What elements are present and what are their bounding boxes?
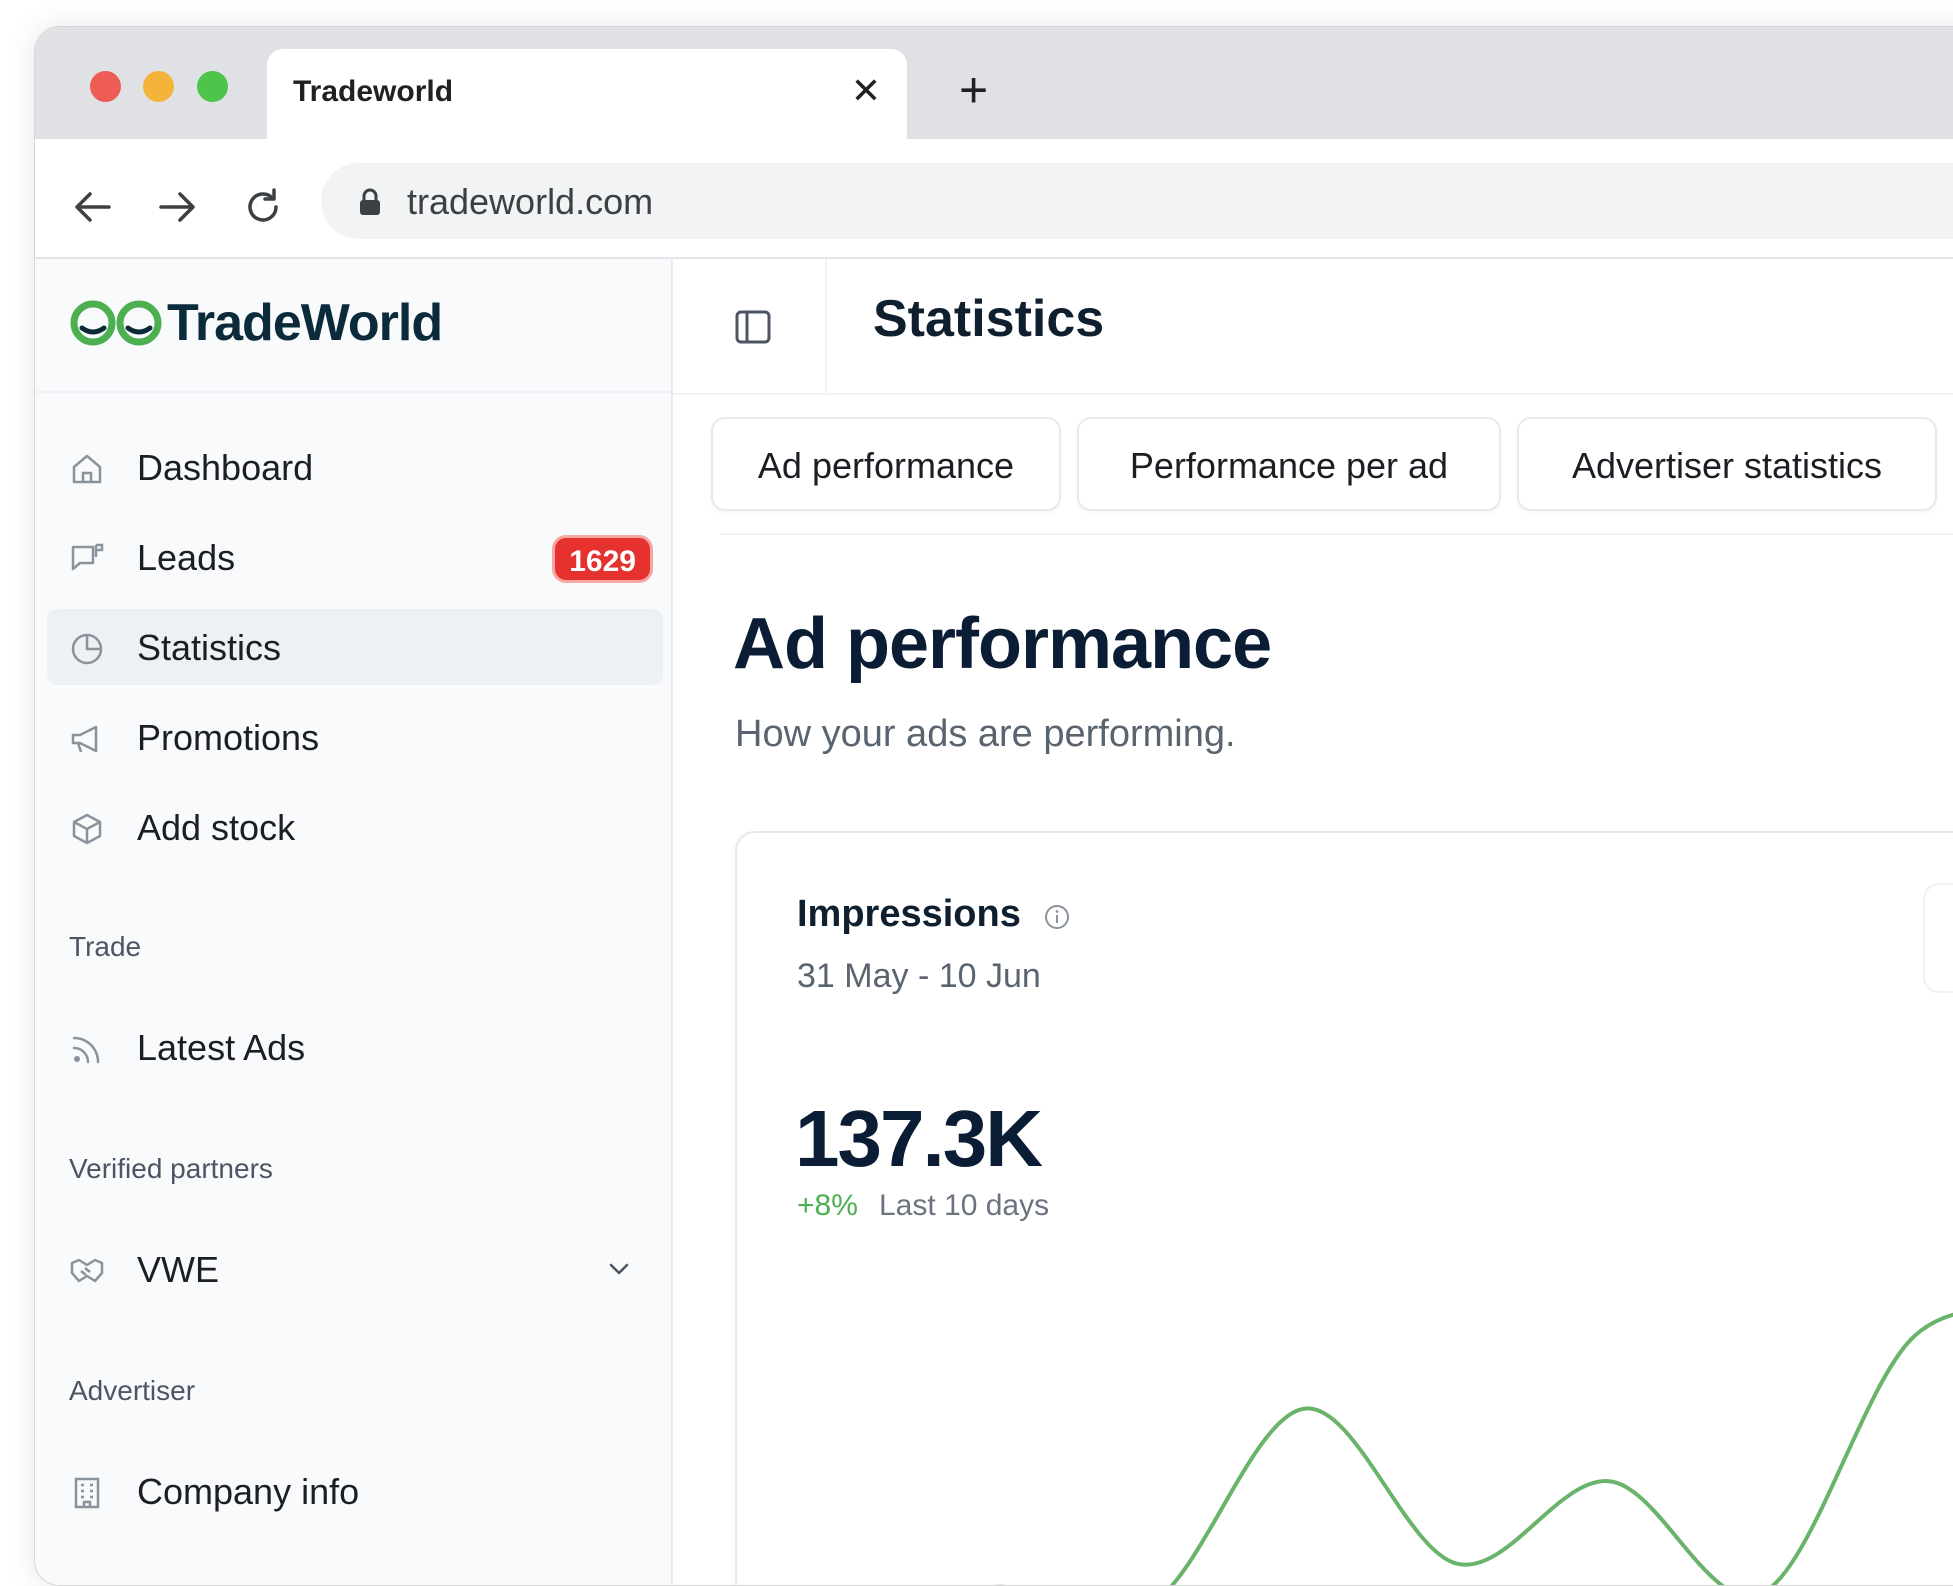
close-tab-icon[interactable]: ✕ [851,71,881,111]
sidebar-item-vwe[interactable]: VWE [47,1231,663,1307]
series-line [993,1312,1953,1585]
lock-icon [360,188,380,215]
maximize-window-button[interactable] [197,71,228,102]
minimize-window-button[interactable] [143,71,174,102]
browser-window: Tradeworld ✕ + tradeworld.com TradeWorld… [34,26,1953,1586]
home-icon [72,454,102,484]
card-title: Impressions [797,893,1021,935]
rss-icon [72,1036,100,1064]
box-icon [72,813,102,845]
impressions-card: Impressions 31 May - 10 Jun 137.3K +8% L… [735,831,1953,1585]
sidebar-item-add-stock[interactable]: Add stock [47,789,663,865]
sidebar: TradeWorld Dashboard Leads 1629 Statisti… [35,259,673,1585]
section-title-advertiser: Advertiser [69,1375,196,1406]
browser-toolbar: tradeworld.com [35,139,1953,259]
forward-arrow-icon[interactable] [155,185,199,229]
section-heading: Ad performance [733,604,1272,684]
sidebar-item-label: Company info [137,1471,360,1512]
sidebar-item-label: VWE [137,1249,220,1290]
sidebar-item-label: Statistics [137,627,282,668]
section-title-trade: Trade [69,931,142,962]
building-icon [74,1477,100,1509]
change-period: Last 10 days [879,1189,1050,1222]
back-arrow-icon[interactable] [71,185,115,229]
impressions-line-chart [993,1312,1953,1585]
brand-name: TradeWorld [167,294,443,352]
leads-count-badge: 1629 [552,535,653,583]
brand-logo[interactable]: TradeWorld [69,293,443,353]
new-tab-button[interactable]: + [959,65,988,115]
sidebar-item-promotions[interactable]: Promotions [47,699,663,775]
sidebar-item-label: Promotions [137,717,320,758]
sidebar-item-leads[interactable]: Leads 1629 [47,519,663,595]
close-window-button[interactable] [90,71,121,102]
tab-label: Advertiser statistics [1571,445,1883,486]
tab-strip: Tradeworld ✕ + [35,27,1953,141]
sidebar-item-statistics[interactable]: Statistics [47,609,663,685]
top-bar: Statistics [673,259,1953,395]
pie-chart-icon [71,633,103,665]
sidebar-item-label: Leads [137,537,236,578]
info-icon[interactable] [1043,903,1071,931]
impressions-value: 137.3K [795,1094,1043,1183]
sidebar-item-label: Add stock [137,807,296,848]
address-bar[interactable]: tradeworld.com [321,163,1953,239]
main-content: Statistics Ad performance Performance pe… [673,259,1953,1585]
handshake-icon [70,1258,104,1283]
tab-label: Performance per ad [1129,445,1449,486]
section-subtitle: How your ads are performing. [735,713,1236,755]
url-text[interactable]: tradeworld.com [407,181,653,223]
sidebar-item-label: Latest Ads [137,1027,306,1068]
tradeworld-logo-icon [70,300,162,346]
sidebar-item-latest-ads[interactable]: Latest Ads [47,1009,663,1085]
chevron-down-icon[interactable] [605,1255,633,1283]
divider [825,259,827,395]
tab-advertiser-statistics[interactable]: Advertiser statistics [1517,417,1937,511]
card-action-button[interactable] [1923,883,1953,993]
section-title-verified-partners: Verified partners [69,1153,273,1184]
megaphone-icon [71,725,98,753]
subtabs: Ad performance Performance per ad Advert… [711,417,1953,517]
date-range: 31 May - 10 Jun [797,957,1041,995]
tab-ad-performance[interactable]: Ad performance [711,417,1061,511]
divider [721,533,1953,535]
chat-flag-icon [71,543,104,571]
sidebar-toggle-icon[interactable] [729,303,777,351]
reload-icon[interactable] [241,185,285,229]
change-percentage: +8% [797,1189,858,1222]
sidebar-item-label: Dashboard [137,447,314,488]
sidebar-item-dashboard[interactable]: Dashboard [47,429,663,505]
app: TradeWorld Dashboard Leads 1629 Statisti… [35,259,1953,1585]
tab-title: Tradeworld [293,75,454,108]
tab-label: Ad performance [757,445,1015,486]
browser-tab[interactable]: Tradeworld ✕ [267,49,907,141]
divider [35,391,671,393]
sidebar-item-company-info[interactable]: Company info [47,1453,663,1529]
page-title: Statistics [873,290,1105,348]
tab-performance-per-ad[interactable]: Performance per ad [1077,417,1501,511]
